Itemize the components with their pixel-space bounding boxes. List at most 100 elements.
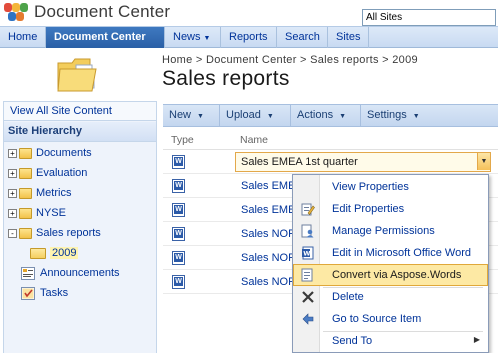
folder-icon [19, 187, 32, 199]
menu-item-label: Convert via Aspose.Words [332, 269, 462, 281]
toolbar-button-label: New [169, 109, 192, 121]
tree-item-sales-reports[interactable]: - Sales reports [8, 224, 101, 242]
item-menu-chevron-down-icon[interactable]: ▼ [477, 153, 490, 170]
delete-x-icon [301, 290, 315, 304]
toolbar-button-label: Settings [367, 109, 407, 121]
folder-icon [19, 167, 32, 179]
menu-item-edit-in-word[interactable]: W Edit in Microsoft Office Word [293, 242, 488, 264]
word-doc-icon [172, 203, 185, 217]
tree-item-announcements[interactable]: Announcements [21, 264, 120, 282]
expand-plus-icon[interactable]: + [8, 208, 17, 218]
toolbar-button-label: Upload [226, 109, 261, 121]
tree-item-metrics[interactable]: + Metrics [8, 184, 71, 202]
nav-tab-search[interactable]: Search [277, 27, 328, 48]
nav-tab-label: Home [8, 31, 38, 43]
tree-item-evaluation[interactable]: + Evaluation [8, 164, 87, 182]
expand-plus-icon[interactable]: + [8, 188, 17, 198]
announcements-list-icon [21, 266, 35, 280]
word-doc-icon [172, 179, 185, 193]
tree-item-documents[interactable]: + Documents [8, 144, 92, 162]
top-bar: Document Center All Sites [0, 0, 498, 26]
nav-tab-news[interactable]: News ▼ [165, 27, 221, 48]
table-row[interactable]: Sales EMEA 1st quarter ▼ [163, 150, 498, 174]
svg-text:W: W [303, 250, 310, 258]
menu-item-label: Edit in Microsoft Office Word [332, 247, 471, 259]
tree-item-nyse[interactable]: + NYSE [8, 204, 66, 222]
menu-item-label: View Properties [332, 181, 409, 193]
convert-icon [301, 268, 315, 282]
left-navigation: View All Site Content Site Hierarchy + Do… [3, 101, 157, 353]
document-library-folder-icon [56, 55, 102, 95]
item-context-menu: View Properties Edit Properties Manage P… [292, 174, 489, 353]
submenu-arrow-icon: ▶ [473, 335, 480, 344]
site-scope-select[interactable]: All Sites [362, 9, 496, 26]
tree-item-label: Evaluation [36, 167, 88, 179]
menu-item-label: Delete [332, 291, 364, 303]
nav-tab-label: Search [285, 31, 320, 43]
nav-tab-home[interactable]: Home [0, 27, 46, 48]
actions-menu-button[interactable]: Actions ▼ [291, 105, 361, 126]
expand-plus-icon[interactable]: + [8, 168, 17, 178]
column-header-type[interactable]: Type [171, 134, 194, 146]
chevron-down-icon: ▼ [339, 113, 347, 120]
document-name-link[interactable]: Sales NOR [241, 228, 296, 240]
nav-tab-label: Reports [229, 31, 268, 43]
page-title: Sales reports [162, 67, 290, 90]
view-all-site-content-link[interactable]: View All Site Content [4, 102, 156, 121]
menu-item-label: Send To [332, 335, 373, 347]
document-name-link[interactable]: Sales NOR [241, 276, 296, 288]
edit-properties-icon [301, 202, 315, 216]
folder-icon [19, 147, 32, 159]
menu-item-view-properties[interactable]: View Properties [293, 176, 488, 198]
open-folder-icon [30, 247, 46, 259]
tree-item-tasks[interactable]: Tasks [21, 284, 68, 302]
menu-item-manage-permissions[interactable]: Manage Permissions [293, 220, 488, 242]
site-title: Document Center [34, 2, 171, 21]
upload-menu-button[interactable]: Upload ▼ [220, 105, 291, 126]
tree-item-label: 2009 [50, 247, 79, 259]
chevron-down-icon: ▼ [197, 113, 204, 120]
toolbar-button-label: Actions [297, 109, 334, 121]
tree-item-label: Tasks [40, 287, 69, 299]
word-doc-icon [172, 227, 185, 241]
settings-menu-button[interactable]: Settings ▼ [361, 105, 431, 126]
top-navigation: Home Document Center News ▼ Reports Searc… [0, 26, 498, 48]
tree-item-label: Announcements [40, 267, 120, 279]
tree-item-2009[interactable]: 2009 [30, 244, 79, 262]
tasks-checklist-icon [21, 286, 35, 300]
chevron-down-icon: ▼ [412, 113, 420, 120]
menu-item-label: Manage Permissions [332, 225, 435, 237]
site-logo-icon [4, 3, 28, 23]
document-name-link[interactable]: Sales EMEA 1st quarter [241, 156, 358, 168]
nav-tab-reports[interactable]: Reports [221, 27, 277, 48]
tree-item-label: Sales reports [36, 227, 101, 239]
tree-item-label: NYSE [36, 207, 66, 219]
nav-tab-document-center[interactable]: Document Center [46, 27, 165, 48]
list-toolbar: New ▼ Upload ▼ Actions ▼ Settings ▼ [163, 104, 498, 127]
chevron-down-icon: ▼ [203, 35, 211, 42]
new-menu-button[interactable]: New ▼ [163, 105, 220, 126]
menu-item-send-to[interactable]: Send To ▶ [293, 330, 488, 352]
document-name-link[interactable]: Sales NOR [241, 252, 296, 264]
nav-tab-sites[interactable]: Sites [328, 27, 369, 48]
menu-item-convert-aspose-words[interactable]: Convert via Aspose.Words [293, 264, 488, 286]
folder-icon [19, 227, 32, 239]
nav-tab-label: News [173, 31, 201, 43]
expand-plus-icon[interactable]: + [8, 148, 17, 158]
menu-item-edit-properties[interactable]: Edit Properties [293, 198, 488, 220]
folder-icon [19, 207, 32, 219]
menu-item-label: Edit Properties [332, 203, 405, 215]
word-doc-icon [172, 251, 185, 265]
menu-item-delete[interactable]: Delete [293, 286, 488, 308]
breadcrumb[interactable]: Home > Document Center > Sales reports >… [162, 54, 418, 66]
permissions-icon [301, 224, 315, 238]
menu-item-go-to-source[interactable]: Go to Source Item [293, 308, 488, 330]
menu-item-label: Go to Source Item [332, 313, 422, 325]
word-doc-icon [172, 275, 185, 289]
source-item-icon [301, 312, 315, 326]
nav-tab-label: Document Center [54, 31, 146, 43]
column-header-name[interactable]: Name [240, 134, 268, 146]
collapse-minus-icon[interactable]: - [8, 228, 17, 238]
tree-item-label: Documents [36, 147, 92, 159]
nav-tab-label: Sites [336, 31, 361, 43]
